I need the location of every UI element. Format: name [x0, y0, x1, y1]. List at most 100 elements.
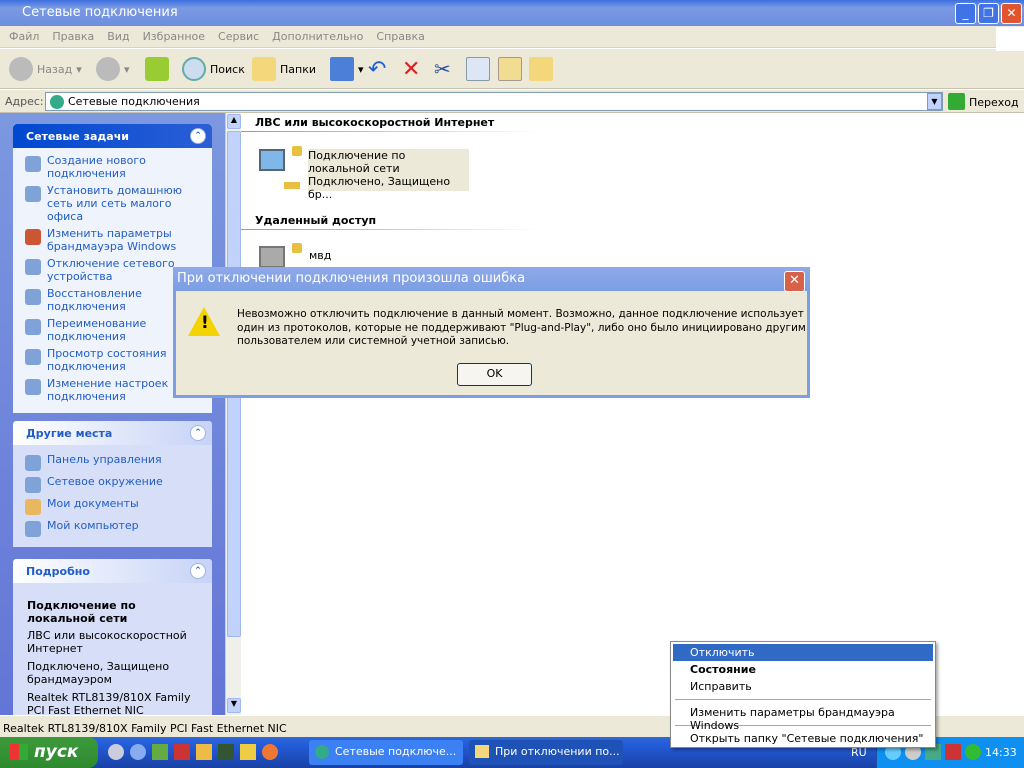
menu-view[interactable]: Вид	[107, 30, 129, 43]
collapse-icon[interactable]: ⌃	[190, 425, 206, 441]
menu-edit[interactable]: Правка	[52, 30, 94, 43]
views-icon	[330, 57, 354, 81]
task-create-connection[interactable]: Создание нового подключения	[25, 154, 206, 180]
documents-icon	[25, 499, 41, 515]
disable-icon	[25, 259, 41, 275]
lock-icon	[292, 243, 302, 253]
forward-arrow-icon	[96, 57, 120, 81]
go-button[interactable]: Переход	[948, 93, 1019, 110]
start-button[interactable]: пуск	[0, 737, 98, 768]
task-firewall[interactable]: Изменить параметры брандмауэра Windows	[25, 227, 206, 253]
windows-flag-icon	[10, 744, 28, 760]
home-network-icon	[25, 186, 41, 202]
folders-button[interactable]: Папки	[252, 57, 316, 81]
scroll-down-button[interactable]: ▼	[227, 698, 241, 713]
place-computer[interactable]: Мой компьютер	[25, 519, 206, 537]
up-button[interactable]	[145, 57, 169, 81]
copy-icon	[466, 57, 490, 81]
views-button[interactable]: ▾	[330, 57, 364, 81]
dialog-message: Невозможно отключить подключение в данны…	[237, 308, 806, 347]
address-input[interactable]: Сетевые подключения	[45, 92, 943, 111]
details-header[interactable]: Подробно ⌃	[13, 559, 212, 583]
search-button[interactable]: Поиск	[182, 57, 245, 81]
folder-icon	[475, 745, 489, 758]
tool-icon[interactable]	[196, 744, 212, 760]
details-status: Подключено, Защищено брандмауэром	[27, 660, 170, 686]
settings-icon	[25, 379, 41, 395]
title-bar: Сетевые подключения	[0, 0, 1024, 26]
back-button[interactable]: Назад ▾	[9, 57, 82, 81]
properties-button[interactable]	[529, 57, 553, 81]
scissors-icon: ✂	[434, 57, 451, 81]
close-button[interactable]: ✕	[1001, 3, 1022, 24]
group-lan-header: ЛВС или высокоскоростной Интернет	[255, 116, 495, 129]
menu-favorites[interactable]: Избранное	[143, 30, 205, 43]
save-icon[interactable]	[174, 744, 190, 760]
cut-button[interactable]: ✂	[434, 57, 451, 81]
menu-tools[interactable]: Сервис	[218, 30, 259, 43]
address-dropdown[interactable]: ▼	[927, 93, 942, 110]
status-icon	[25, 349, 41, 365]
other-places-header[interactable]: Другие места ⌃	[13, 421, 212, 445]
collapse-icon[interactable]: ⌃	[190, 128, 206, 144]
menu-item-status[interactable]: Состояние	[673, 661, 933, 678]
monitor-icon[interactable]	[218, 744, 234, 760]
dialog-close-button[interactable]: ✕	[784, 271, 805, 292]
place-documents[interactable]: Мои документы	[25, 497, 206, 515]
lan-connection-item[interactable]: Подключение по локальной сети Подключено,…	[308, 149, 469, 201]
delete-button[interactable]: ✕	[402, 57, 420, 82]
menu-separator	[675, 699, 931, 700]
maximize-button[interactable]: ❐	[978, 3, 999, 24]
dialup-connection-item[interactable]: мвд	[309, 249, 331, 262]
window-title: Сетевые подключения	[22, 5, 178, 20]
place-control-panel[interactable]: Панель управления	[25, 453, 206, 471]
vertical-scrollbar[interactable]: ▲ ▼	[225, 113, 241, 715]
place-network[interactable]: Сетевое окружение	[25, 475, 206, 493]
undo-button[interactable]: ↶	[368, 57, 386, 82]
folder-icon	[252, 57, 276, 81]
search-icon	[182, 57, 206, 81]
firefox-icon[interactable]	[262, 744, 278, 760]
menu-item-repair[interactable]: Исправить	[673, 678, 933, 695]
go-arrow-icon	[948, 93, 965, 110]
menu-help[interactable]: Справка	[376, 30, 424, 43]
minimize-button[interactable]: _	[955, 3, 976, 24]
network-tasks-header[interactable]: Сетевые задачи ⌃	[13, 124, 212, 148]
computer-icon	[25, 521, 41, 537]
media-player-icon[interactable]	[108, 744, 124, 760]
batman-icon[interactable]	[240, 744, 256, 760]
menu-bar: Файл Правка Вид Избранное Сервис Дополнительн…	[0, 26, 1024, 48]
repair-icon	[25, 289, 41, 305]
winrar-icon[interactable]	[152, 744, 168, 760]
collapse-icon[interactable]: ⌃	[190, 563, 206, 579]
taskbar-error-dialog[interactable]: При отключении по...	[469, 740, 623, 765]
scroll-up-button[interactable]: ▲	[227, 114, 241, 129]
paste-button[interactable]	[498, 57, 522, 81]
antivirus-icon[interactable]	[945, 744, 961, 760]
menu-item-open-folder[interactable]: Открыть папку "Сетевые подключения"	[673, 730, 933, 747]
taskbar-network-connections[interactable]: Сетевые подключе...	[309, 740, 463, 765]
folder-up-icon	[145, 57, 169, 81]
menu-advanced[interactable]: Дополнительно	[272, 30, 363, 43]
undo-icon: ↶	[368, 57, 387, 82]
menu-item-disconnect[interactable]: Отключить	[673, 644, 933, 661]
back-arrow-icon	[9, 57, 33, 81]
menu-file[interactable]: Файл	[9, 30, 39, 43]
lan-connection-icon	[256, 146, 302, 192]
copy-button[interactable]	[466, 57, 490, 81]
dialog-title: При отключении подключения произошла оши…	[177, 271, 526, 286]
ie-icon[interactable]	[130, 744, 146, 760]
forward-button[interactable]: ▾	[96, 57, 130, 81]
details-panel: Подробно ⌃ Подключение по локальной сети …	[13, 559, 212, 719]
quick-launch	[108, 744, 278, 760]
task-home-network[interactable]: Установить домашнюю сеть или сеть малого…	[25, 184, 206, 223]
ok-button[interactable]: OK	[457, 363, 532, 386]
firewall-icon	[25, 229, 41, 245]
menu-item-firewall-settings[interactable]: Изменить параметры брандмауэра Windows	[673, 704, 933, 732]
context-menu: Отключить Состояние Исправить Изменить п…	[670, 641, 936, 748]
toolbar: Назад ▾ ▾ Поиск Папки ▾ ↶ ✕ ✂	[0, 27, 1024, 89]
update-icon[interactable]	[965, 744, 981, 760]
connections-list: ЛВС или высокоскоростной Интернет Подклю…	[241, 113, 1024, 715]
rename-icon	[25, 319, 41, 335]
other-places-panel: Другие места ⌃ Панель управления Сетевое …	[13, 421, 212, 547]
